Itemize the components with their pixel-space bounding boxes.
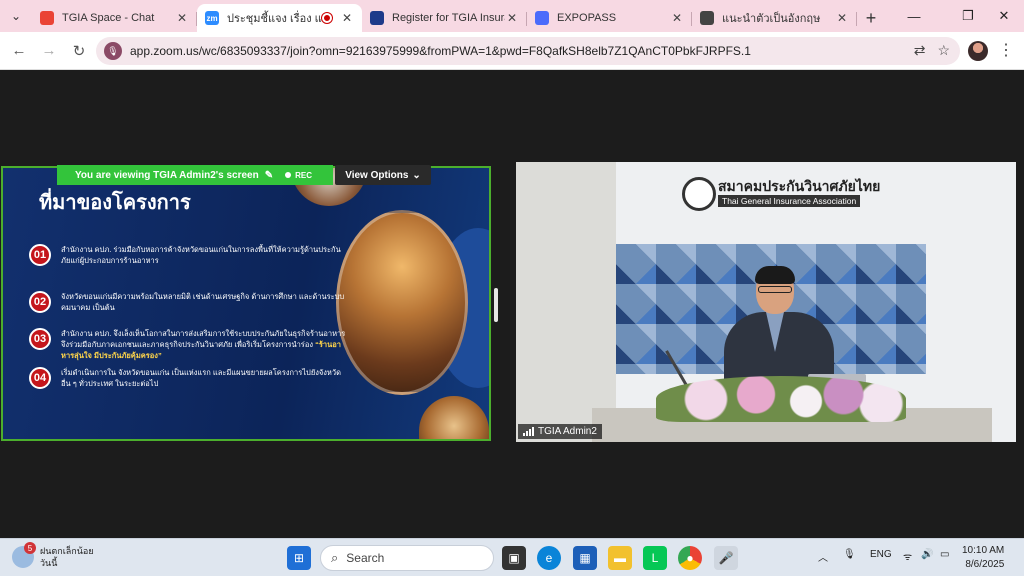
item-text: เริ่มดำเนินการใน จังหวัดขอนแก่น เป็นแห่ง… <box>61 368 341 388</box>
tab-recording-icon <box>322 13 332 23</box>
file-explorer-icon[interactable]: ▬ <box>608 546 632 570</box>
screen-share-view: ที่มาของโครงการ 01 สำนักงาน คปภ. ร่วมมือ… <box>1 166 491 441</box>
task-view-icon[interactable]: ▣ <box>502 546 526 570</box>
clock-date: 8/6/2025 <box>965 559 1005 570</box>
close-tab-icon[interactable]: ✕ <box>505 11 519 25</box>
restaurant-photo <box>336 210 468 395</box>
line-app-icon[interactable]: L <box>643 546 667 570</box>
search-placeholder: Search <box>346 551 385 565</box>
flower-arrangement <box>656 376 906 422</box>
browser-tab[interactable]: zm ประชุมชี้แจง เรื่อง แนะนำ ✕ <box>197 4 362 32</box>
viewing-banner: You are viewing TGIA Admin2's screen ✎ R… <box>57 165 333 185</box>
slide-item: 04 เริ่มดำเนินการใน จังหวัดขอนแก่น เป็นแ… <box>29 367 346 389</box>
tab-title: TGIA Space - Chat <box>62 12 155 24</box>
recording-indicator: REC <box>285 171 312 180</box>
close-window-icon[interactable]: ✕ <box>982 0 1024 32</box>
view-options-label: View Options <box>345 169 409 181</box>
browser-tab-strip: ⌄ TGIA Space - Chat ✕ zm ประชุมชี้แจง เรื่อ… <box>0 0 1024 32</box>
microsoft-store-icon[interactable]: ▦ <box>573 546 597 570</box>
edge-browser-icon[interactable]: e <box>537 546 561 570</box>
chatgpt-icon <box>700 11 714 25</box>
item-text: สำนักงาน คปภ. ร่วมมือกับหอการค้าจังหวัดข… <box>61 245 341 265</box>
weather-widget[interactable]: 5 ฝนตกเล็กน้อย วันนี้ <box>12 542 94 569</box>
tab-search-dropdown-icon[interactable]: ⌄ <box>0 0 32 32</box>
back-icon[interactable]: ← <box>4 36 34 66</box>
notification-badge: 5 <box>24 542 36 554</box>
tab-title: แนะนำตัวเป็นอังกฤษ <box>722 13 821 25</box>
tgia-icon <box>370 11 384 25</box>
chrome-icon[interactable]: ● <box>678 546 702 570</box>
item-text: จังหวัดขอนแก่นมีความพร้อมในหลายมิติ เช่น… <box>61 292 345 312</box>
browser-tab[interactable]: Register for TGIA Insuran ✕ <box>362 4 527 32</box>
slide-title: ที่มาของโครงการ <box>39 192 191 214</box>
zoom-icon: zm <box>205 11 219 25</box>
minimize-icon[interactable]: — <box>892 0 936 32</box>
org-name-english: Thai General Insurance Association <box>718 195 861 207</box>
tab-title: Register for TGIA Insuran <box>392 12 505 24</box>
battery-icon[interactable]: ▭ <box>940 549 949 560</box>
search-icon: ⌕ <box>331 550 339 565</box>
taskbar-search[interactable]: ⌕ Search <box>320 545 494 571</box>
split-resize-handle[interactable] <box>494 288 498 322</box>
tgia-logo-icon <box>682 177 716 211</box>
close-tab-icon[interactable]: ✕ <box>835 11 849 25</box>
item-number: 04 <box>29 367 51 389</box>
item-body: สำนักงาน คปภ. จึงเล็งเห็นโอกาสในการส่งเส… <box>61 329 346 349</box>
url-text: app.zoom.us/wc/6835093337/join?omn=92163… <box>130 44 751 58</box>
item-text: สำนักงาน คปภ. จึงเล็งเห็นโอกาสในการส่งเส… <box>61 328 346 361</box>
microphone-icon[interactable]: 🎙 <box>843 549 856 560</box>
start-windows-icon[interactable]: ⊞ <box>287 546 311 570</box>
translate-icon[interactable]: ⇄ <box>914 42 926 59</box>
gmail-icon <box>40 11 54 25</box>
slide-item: 01 สำนักงาน คปภ. ร่วมมือกับหอการค้าจังหว… <box>29 244 346 266</box>
item-number: 01 <box>29 244 51 266</box>
tab-title: EXPOPASS <box>557 12 617 24</box>
participant-name: TGIA Admin2 <box>538 426 597 437</box>
site-info-icon[interactable]: 🎙 <box>104 42 122 60</box>
browser-tab[interactable]: EXPOPASS ✕ <box>527 4 692 32</box>
close-tab-icon[interactable]: ✕ <box>670 11 684 25</box>
close-tab-icon[interactable]: ✕ <box>340 11 354 25</box>
slide-item: 02 จังหวัดขอนแก่นมีความพร้อมในหลายมิติ เ… <box>29 291 346 313</box>
weather-rain-icon: 5 <box>12 542 36 568</box>
windows-taskbar: 5 ฝนตกเล็กน้อย วันนี้ ⊞ ⌕ Search ▣ e ▦ ▬… <box>0 538 1024 576</box>
profile-avatar[interactable] <box>968 41 988 61</box>
input-language[interactable]: ENG <box>870 549 892 560</box>
tab-title: ประชุมชี้แจง เรื่อง แนะนำ <box>227 13 322 25</box>
weather-day: วันนี้ <box>40 558 58 568</box>
close-tab-icon[interactable]: ✕ <box>175 11 189 25</box>
slide-item: 03 สำนักงาน คปภ. จึงเล็งเห็นโอกาสในการส่… <box>29 328 346 361</box>
annotate-icon: ✎ <box>264 169 274 181</box>
bookmark-star-icon[interactable]: ☆ <box>937 42 950 59</box>
voice-recorder-icon[interactable]: 🎤 <box>714 546 738 570</box>
system-clock[interactable]: 10:10 AM 8/6/2025 <box>962 544 1004 572</box>
show-hidden-icons-chevron[interactable]: ︿ <box>818 549 828 564</box>
browser-tab[interactable]: แนะนำตัวเป็นอังกฤษ ✕ <box>692 4 857 32</box>
reload-icon[interactable]: ↻ <box>64 36 94 66</box>
browser-menu-icon[interactable]: ⋮ <box>998 40 1014 60</box>
view-options-button[interactable]: View Options ⌄ <box>335 165 431 185</box>
weather-condition: ฝนตกเล็กน้อย <box>40 546 94 556</box>
new-tab-button[interactable]: + <box>857 4 885 32</box>
chevron-down-icon: ⌄ <box>412 169 421 181</box>
wifi-icon[interactable]: ᯤ <box>903 549 912 563</box>
meeting-area: ที่มาของโครงการ 01 สำนักงาน คปภ. ร่วมมือ… <box>0 70 1024 538</box>
clock-time: 10:10 AM <box>962 545 1005 556</box>
volume-icon[interactable]: 🔊 <box>921 549 933 560</box>
speaker-video: สมาคมประกันวินาศภัยไทย Thai General Insu… <box>516 162 1016 442</box>
viewing-text: You are viewing TGIA Admin2's screen <box>75 169 259 181</box>
browser-toolbar: ← → ↻ 🎙 app.zoom.us/wc/6835093337/join?o… <box>0 32 1024 70</box>
participant-name-tag: TGIA Admin2 <box>518 424 602 439</box>
forward-icon[interactable]: → <box>34 36 64 66</box>
browser-tab[interactable]: TGIA Space - Chat ✕ <box>32 4 197 32</box>
expopass-icon <box>535 11 549 25</box>
signal-strength-icon <box>523 427 534 436</box>
item-number: 03 <box>29 328 51 350</box>
item-number: 02 <box>29 291 51 313</box>
rec-label: REC <box>295 170 313 180</box>
record-dot-icon <box>285 172 292 178</box>
address-bar[interactable]: 🎙 app.zoom.us/wc/6835093337/join?omn=921… <box>96 37 960 65</box>
